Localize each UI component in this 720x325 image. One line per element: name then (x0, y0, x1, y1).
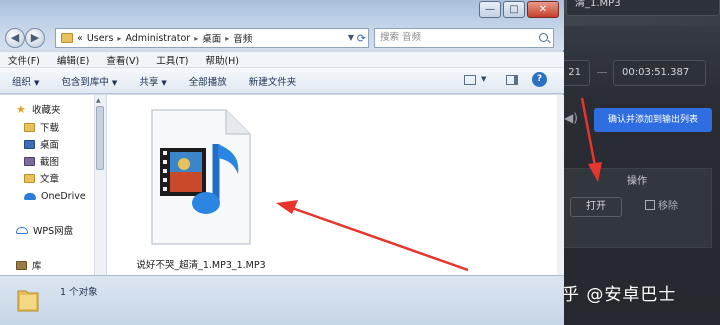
chevron-down-icon[interactable]: ▼ (348, 33, 354, 42)
nav-item-downloads[interactable]: 下载 (24, 119, 59, 135)
nav-label: 收藏夹 (32, 105, 61, 116)
chevron-right-icon[interactable]: ▸ (194, 34, 198, 43)
chevron-right-icon[interactable]: ▸ (117, 34, 121, 43)
include-in-library-button[interactable]: 包含到库中 ▼ (61, 74, 117, 88)
preview-pane-icon[interactable] (506, 75, 518, 85)
menu-file[interactable]: 文件(F) (8, 53, 40, 67)
file-name-label[interactable]: 说好不哭_超清_1.MP3_1.MP3 (126, 257, 276, 271)
search-input[interactable]: 搜索 音频 (374, 28, 554, 48)
menu-help[interactable]: 帮助(H) (205, 53, 239, 67)
desktop-icon (24, 139, 35, 149)
menu-view[interactable]: 查看(V) (106, 53, 139, 67)
breadcrumb-audio[interactable]: 音频 (233, 31, 252, 45)
trash-icon (645, 200, 655, 210)
cloud-icon (24, 192, 36, 200)
chevron-down-icon: ▼ (34, 78, 40, 87)
end-time-field[interactable]: 00:03:51.387 (613, 60, 706, 86)
nav-label: 截图 (40, 157, 60, 168)
breadcrumb-overflow[interactable]: « (77, 33, 83, 44)
share-button[interactable]: 共享 ▼ (139, 74, 166, 88)
output-filename-field[interactable]: 清_1.MP3 (566, 0, 720, 16)
scroll-up-icon[interactable]: ▲ (96, 97, 101, 104)
audio-file-icon[interactable] (148, 108, 254, 248)
search-placeholder: 搜索 音频 (380, 32, 422, 43)
nav-item-onedrive[interactable]: OneDrive (24, 188, 86, 204)
play-all-button[interactable]: 全部播放 (189, 74, 227, 88)
command-toolbar: 组织 ▼ 包含到库中 ▼ 共享 ▼ 全部播放 新建文件夹 (0, 68, 564, 94)
breadcrumb-users[interactable]: Users (87, 33, 114, 44)
navigation-pane: ★ 收藏夹 下载 桌面 截图 文章 OneDrive WPS网盘 库 (0, 95, 106, 275)
address-bar[interactable]: « Users ▸ Administrator ▸ 桌面 ▸ 音频 ▼ ⟳ (55, 28, 369, 48)
nav-label: 文章 (40, 174, 60, 185)
chevron-right-icon[interactable]: ▸ (225, 34, 229, 43)
remove-label: 移除 (658, 201, 678, 212)
scrollbar-thumb[interactable] (96, 106, 104, 170)
breadcrumb-administrator[interactable]: Administrator (125, 33, 190, 44)
cloud-icon (16, 226, 28, 234)
breadcrumb-desktop[interactable]: 桌面 (202, 31, 221, 45)
menu-bar: 文件(F) 编辑(E) 查看(V) 工具(T) 帮助(H) (0, 52, 564, 68)
confirm-add-to-output-button[interactable]: 确认并添加到输出列表 (594, 108, 712, 132)
open-button[interactable]: 打开 (570, 197, 622, 217)
view-options-icon[interactable] (464, 75, 476, 85)
content-scrollbar[interactable] (557, 95, 564, 275)
nav-item-favorites[interactable]: ★ 收藏夹 (16, 101, 61, 117)
star-icon: ★ (16, 102, 26, 116)
close-button[interactable]: ✕ (527, 1, 559, 18)
volume-icon[interactable]: ◀) (564, 111, 578, 127)
nav-label: 下载 (40, 123, 60, 134)
refresh-icon[interactable]: ⟳ (357, 32, 366, 45)
downloads-folder-icon (24, 122, 35, 132)
library-icon (16, 260, 27, 270)
nav-label: WPS网盘 (33, 226, 74, 237)
nav-item-wps-drive[interactable]: WPS网盘 (16, 222, 73, 238)
nav-label: 库 (32, 261, 42, 272)
nav-item-desktop[interactable]: 桌面 (24, 136, 59, 152)
status-bar (0, 275, 564, 325)
search-icon[interactable] (539, 33, 548, 42)
chevron-down-icon[interactable]: ▼ (481, 75, 486, 83)
folder-icon (61, 33, 73, 43)
remove-button[interactable]: 移除 (645, 197, 703, 217)
folder-icon (24, 173, 35, 183)
back-arrow-icon[interactable]: ◀ (5, 28, 25, 48)
help-icon[interactable]: ? (532, 72, 547, 87)
explorer-window: — □ ✕ ◀ ▶ « Users ▸ Administrator ▸ 桌面 ▸… (0, 0, 564, 325)
nav-label: OneDrive (41, 190, 86, 202)
organize-button[interactable]: 组织 ▼ (12, 74, 39, 88)
folder-icon (17, 290, 39, 312)
forward-arrow-icon[interactable]: ▶ (25, 28, 45, 48)
menu-tools[interactable]: 工具(T) (156, 53, 188, 67)
time-range-dash (597, 72, 607, 73)
menu-edit[interactable]: 编辑(E) (57, 53, 89, 67)
chevron-down-icon: ▼ (111, 78, 118, 87)
chevron-down-icon: ▼ (161, 78, 167, 87)
nav-item-screenshots[interactable]: 截图 (24, 153, 59, 169)
minimize-button[interactable]: — (479, 1, 501, 18)
nav-item-library[interactable]: 库 (16, 257, 42, 273)
maximize-button[interactable]: □ (503, 1, 525, 18)
new-folder-button[interactable]: 新建文件夹 (249, 74, 297, 88)
operations-header: 操作 (627, 176, 647, 187)
nav-label: 桌面 (40, 140, 60, 151)
pictures-folder-icon (24, 156, 35, 166)
item-count-status: 1 个对象 (60, 287, 98, 298)
nav-item-articles[interactable]: 文章 (24, 170, 59, 186)
